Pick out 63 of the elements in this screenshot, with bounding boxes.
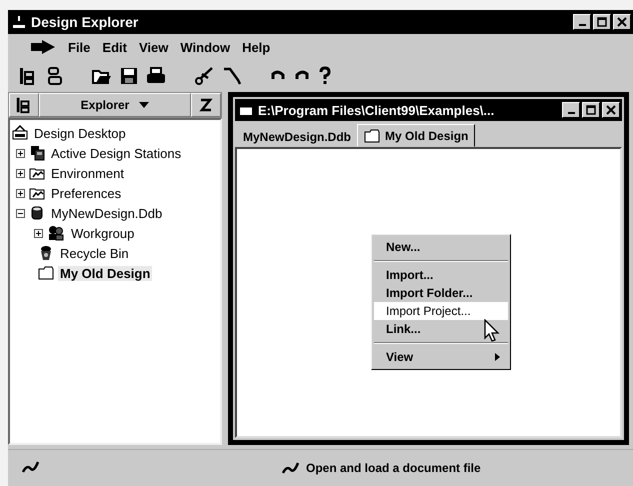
window-title: Design Explorer xyxy=(31,14,138,30)
wire-icon xyxy=(22,460,40,474)
close-icon xyxy=(617,17,627,27)
help-icon[interactable] xyxy=(318,66,332,86)
menu-item[interactable]: Import Project... xyxy=(374,302,508,320)
caret-icon xyxy=(139,102,150,108)
recycle-bin-icon xyxy=(38,245,54,261)
minimize-icon xyxy=(578,24,586,26)
expand-toggle[interactable] xyxy=(34,228,43,238)
zigzag-icon xyxy=(198,97,214,113)
tree-item[interactable]: Recycle Bin xyxy=(58,246,131,260)
tab[interactable]: My Old Design xyxy=(357,124,476,147)
minimize-button[interactable] xyxy=(562,102,580,118)
wire-icon[interactable] xyxy=(222,66,242,86)
people-icon xyxy=(47,225,65,241)
menu-item[interactable]: Window xyxy=(180,40,230,54)
menu-item[interactable]: Edit xyxy=(102,40,127,54)
menu-item[interactable]: File xyxy=(68,40,90,54)
tree-item[interactable]: Workgroup xyxy=(69,226,136,240)
print-icon[interactable] xyxy=(146,67,166,85)
maximize-button[interactable] xyxy=(582,102,600,118)
menu-item[interactable]: Link... xyxy=(374,320,508,338)
menu-item[interactable]: View xyxy=(374,348,508,366)
database-icon xyxy=(29,205,45,221)
arrow-icon xyxy=(30,40,56,54)
maximize-icon xyxy=(597,17,607,27)
expand-toggle[interactable] xyxy=(16,188,25,198)
close-button[interactable] xyxy=(602,102,620,118)
tree-item[interactable]: My Old Design xyxy=(58,266,152,280)
refresh-button[interactable] xyxy=(191,93,221,117)
menu-item[interactable]: Help xyxy=(242,40,270,54)
tree-item[interactable]: Environment xyxy=(49,166,126,180)
menu-item[interactable]: Import... xyxy=(374,266,508,284)
open-folder-icon[interactable] xyxy=(92,67,112,85)
expand-toggle[interactable] xyxy=(16,168,25,178)
minimize-button[interactable] xyxy=(573,14,591,30)
menu-item[interactable]: New... xyxy=(374,238,508,256)
explorer-button[interactable] xyxy=(9,93,39,117)
wire-icon xyxy=(282,461,300,475)
save-icon[interactable] xyxy=(120,67,138,85)
maximize-icon xyxy=(586,105,596,115)
explorer-dropdown[interactable]: Explorer xyxy=(39,93,191,117)
tree-item[interactable]: Active Design Stations xyxy=(49,146,184,160)
menu-item[interactable]: View xyxy=(138,40,168,54)
tree-item[interactable]: Preferences xyxy=(49,186,124,200)
tree-item[interactable]: MyNewDesign.Ddb xyxy=(49,206,164,220)
tree-item[interactable]: Design Desktop xyxy=(32,126,128,140)
status-message: Open and load a document file xyxy=(306,461,481,475)
menu-item[interactable]: Import Folder... xyxy=(374,284,508,302)
close-button[interactable] xyxy=(613,14,631,30)
app-icon xyxy=(12,15,26,29)
document-icon xyxy=(239,104,253,116)
pointer-icon xyxy=(484,319,500,343)
expand-toggle[interactable] xyxy=(16,148,25,158)
desktop-icon xyxy=(12,125,28,141)
maximize-button[interactable] xyxy=(593,14,611,30)
minimize-icon xyxy=(568,112,574,114)
collapse-toggle[interactable] xyxy=(16,208,25,218)
folder-icon xyxy=(38,266,54,280)
window-title: E:\Program Files\Client99\Examples\... xyxy=(258,102,494,118)
scissors-icon[interactable] xyxy=(194,66,214,86)
close-icon xyxy=(606,105,616,115)
submenu-arrow-icon xyxy=(495,353,500,361)
